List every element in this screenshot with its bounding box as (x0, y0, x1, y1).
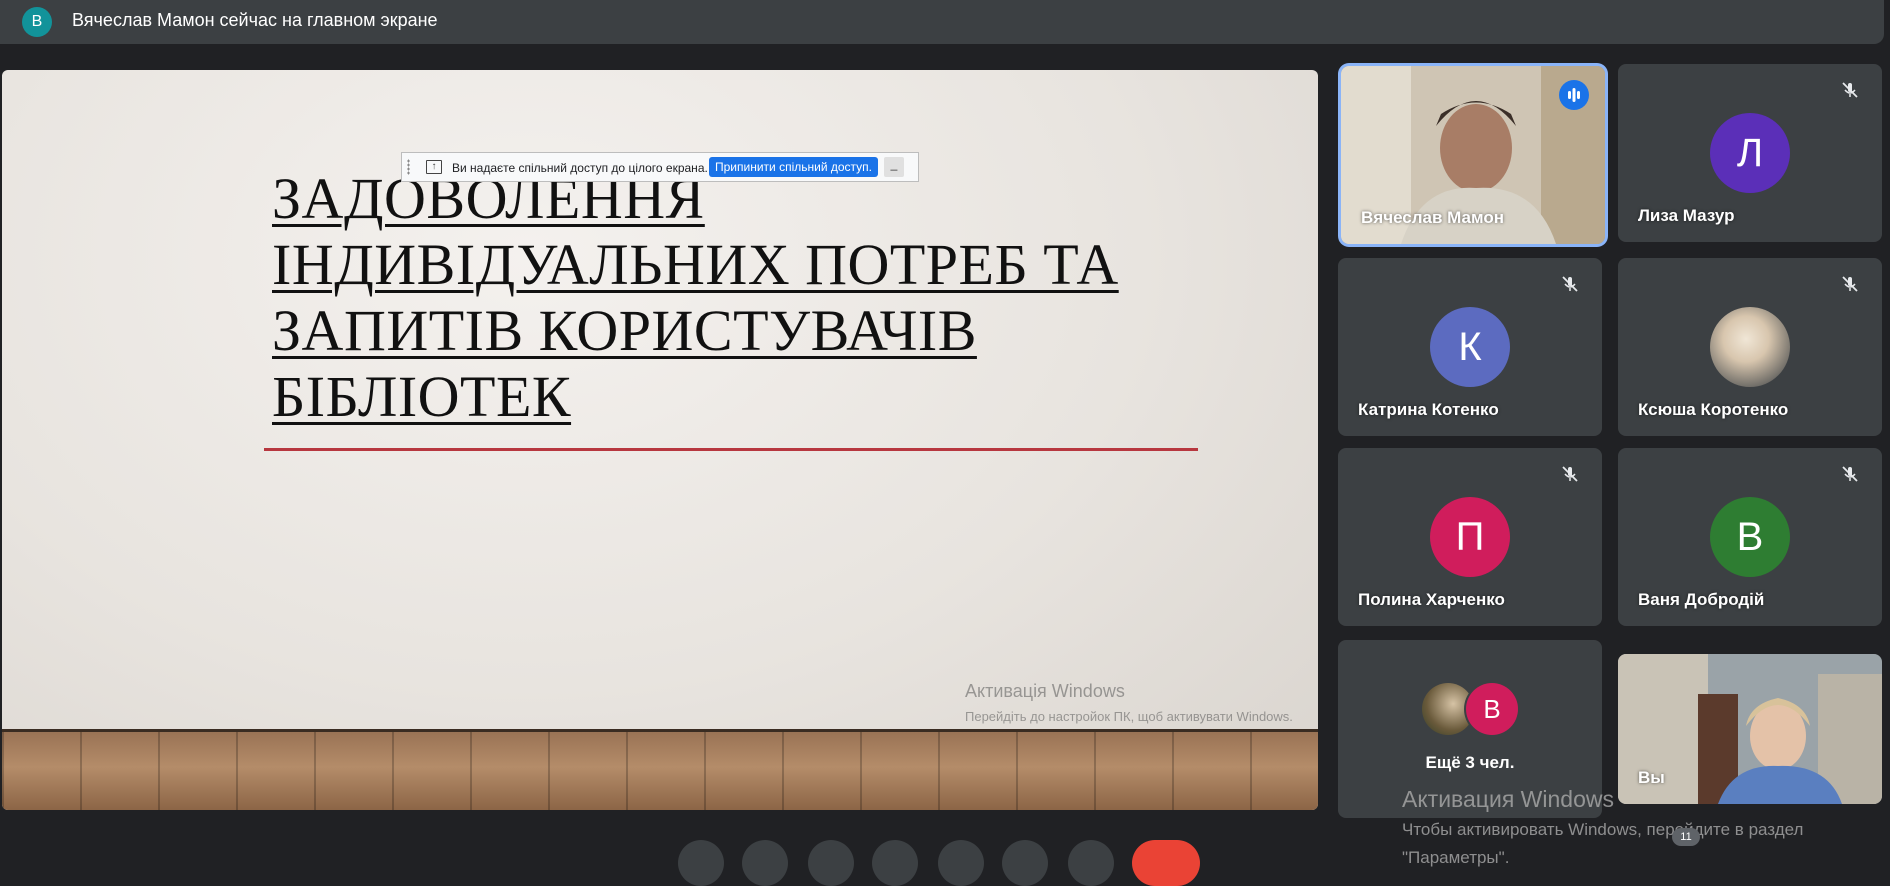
watermark-text-1: Чтобы активировать Windows, перейдите в … (1402, 820, 1804, 839)
hide-bar-button[interactable]: _ (884, 157, 904, 177)
mic-off-icon (1840, 80, 1860, 100)
participant-name: Вы (1638, 768, 1665, 787)
participant-avatar: В (1710, 497, 1790, 577)
mic-off-icon (1840, 274, 1860, 294)
participant-name: Лиза Мазур (1638, 206, 1735, 225)
participant-tile-liza[interactable]: Л Лиза Мазур (1618, 64, 1882, 242)
watermark-text-2: "Параметры". (1402, 848, 1510, 867)
participant-photo-avatar (1710, 307, 1790, 387)
participant-avatar: П (1430, 497, 1510, 577)
mic-off-icon (1840, 464, 1860, 484)
participant-count-badge[interactable]: 11 (1672, 828, 1700, 846)
control-button[interactable] (742, 840, 788, 886)
share-message: Ви надаєте спільний доступ до цілого екр… (452, 161, 708, 175)
participant-name: Вячеслав Мамон (1361, 208, 1505, 227)
screen-share-bar[interactable]: ↑ Ви надаєте спільний доступ до цілого е… (401, 152, 919, 182)
slide-watermark-title: Активація Windows (965, 681, 1125, 701)
speaking-indicator-icon (1559, 80, 1589, 110)
drag-handle-icon[interactable] (407, 159, 410, 175)
participant-name: Ксюша Коротенко (1638, 400, 1789, 419)
mic-off-icon (1560, 464, 1580, 484)
self-view-tile[interactable]: Вы (1618, 654, 1882, 804)
presenting-title: Вячеслав Мамон сейчас на главном экране (72, 10, 438, 30)
control-button[interactable] (872, 840, 918, 886)
participant-avatar: Л (1710, 113, 1790, 193)
participant-tile-ksyusha[interactable]: Ксюша Коротенко (1618, 258, 1882, 436)
mic-off-icon (1560, 274, 1580, 294)
windows-activation-watermark: Активация Windows Чтобы активировать Win… (1402, 786, 1803, 869)
watermark-title: Активация Windows (1402, 786, 1614, 812)
participant-tile-vanya[interactable]: В Ваня Добродій (1618, 448, 1882, 626)
control-button[interactable] (808, 840, 854, 886)
shared-screen: ЗАДОВОЛЕННЯ ІНДИВІДУАЛЬНИХ ПОТРЕБ ТА ЗАП… (2, 70, 1318, 810)
stop-sharing-button[interactable]: Припинити спільний доступ. (709, 157, 878, 177)
participant-name: Полина Харченко (1358, 590, 1505, 609)
slide-title-line-3: ЗАПИТІВ КОРИСТУВАЧІВ (272, 298, 977, 363)
slide-accent-line (264, 448, 1198, 451)
slide-title-line-4: БІБЛІОТЕК (272, 364, 572, 429)
end-call-button[interactable] (1132, 840, 1200, 886)
control-button[interactable] (938, 840, 984, 886)
slide-floor-image (2, 729, 1318, 810)
slide-title: ЗАДОВОЛЕННЯ ІНДИВІДУАЛЬНИХ ПОТРЕБ ТА ЗАП… (272, 166, 1172, 430)
share-screen-icon: ↑ (426, 160, 442, 174)
participant-tile-katrina[interactable]: К Катрина Котенко (1338, 258, 1602, 436)
control-button[interactable] (1002, 840, 1048, 886)
participant-tile-vyacheslav[interactable]: Вячеслав Мамон (1341, 66, 1605, 244)
slide-title-line-2: ІНДИВІДУАЛЬНИХ ПОТРЕБ ТА (272, 232, 1119, 297)
more-participants-label: Ещё 3 чел. (1425, 753, 1515, 772)
control-button[interactable] (678, 840, 724, 886)
slide-windows-watermark: Активація Windows Перейдіть до настройок… (965, 681, 1293, 726)
presenting-banner: В Вячеслав Мамон сейчас на главном экран… (0, 0, 1884, 44)
participant-name: Ваня Добродій (1638, 590, 1765, 609)
participant-name: Катрина Котенко (1358, 400, 1499, 419)
control-button[interactable] (1068, 840, 1114, 886)
slide-watermark-text: Перейдіть до настройок ПК, щоб активуват… (965, 709, 1293, 724)
participant-avatar: К (1430, 307, 1510, 387)
presenter-avatar: В (22, 7, 52, 37)
participant-tile-polina[interactable]: П Полина Харченко (1338, 448, 1602, 626)
participant-avatar: В (1466, 683, 1518, 735)
